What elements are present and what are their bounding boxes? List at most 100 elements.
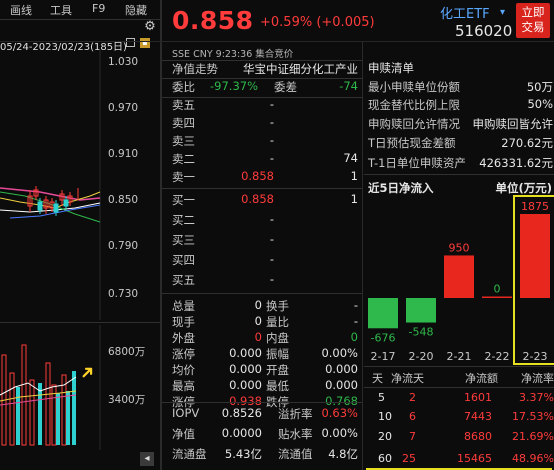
- divider: [162, 402, 362, 403]
- order-row-sell2[interactable]: 卖二 - 74: [172, 151, 358, 169]
- order-price: -: [269, 133, 274, 147]
- order-row-buy4[interactable]: 买四 -: [172, 252, 358, 270]
- table-cell: 8680: [464, 430, 492, 443]
- table-cell: 6: [409, 410, 416, 423]
- fund-title: 化工ETF: [440, 7, 490, 22]
- stat-value: 0: [254, 298, 262, 312]
- table-row[interactable]: 10 6 7443 17.53%: [368, 410, 554, 428]
- order-row-sell5[interactable]: 卖五 -: [172, 97, 358, 115]
- order-row-buy5[interactable]: 买五 -: [172, 272, 358, 290]
- nav-row: 净值 0.0000 贴水率 0.00%: [172, 426, 358, 444]
- subscribe-value: 426331.62元: [479, 156, 553, 170]
- table-cell: 20: [378, 430, 392, 443]
- order-price: -: [269, 212, 274, 226]
- toolbar-f9[interactable]: F9: [92, 2, 105, 15]
- order-row-buy3[interactable]: 买三 -: [172, 232, 358, 250]
- order-row-buy1[interactable]: 买一 0.858 1: [172, 192, 358, 210]
- stat-label: 内盘: [266, 331, 289, 345]
- trend-label[interactable]: 净值走势: [172, 61, 218, 77]
- subscribe-value: 50万: [526, 80, 553, 94]
- trade-now-button[interactable]: 立即 交易: [516, 3, 550, 38]
- stat-label: 换手: [266, 299, 289, 313]
- kline-chart-pane[interactable]: 画线 工具 F9 隐藏 ⚙ 05/24-2023/02/23(185日) ▪ 1…: [0, 0, 160, 470]
- subscribe-row: 申购赎回允许情况 申购赎回皆允许: [368, 116, 553, 134]
- subscribe-value: 270.62元: [501, 136, 553, 150]
- stat-value: 0: [254, 314, 262, 328]
- stat-value: 4.8亿: [328, 447, 358, 461]
- table-cell: 7443: [464, 410, 492, 423]
- chevron-down-icon[interactable]: ▾: [500, 7, 505, 18]
- stat-label: 涨停: [172, 347, 195, 361]
- toolbar-hide[interactable]: 隐藏: [125, 2, 147, 18]
- price-axis-label: 0.790: [108, 240, 139, 252]
- order-row-sell4[interactable]: 卖四 -: [172, 115, 358, 133]
- order-label: 买二: [172, 213, 195, 227]
- trade-button-line1: 立即: [521, 5, 545, 19]
- stat-value: 0.8526: [221, 406, 262, 420]
- table-row[interactable]: 20 7 8680 21.69%: [368, 430, 554, 448]
- price-axis-label: 0.730: [108, 288, 139, 300]
- divider: [362, 42, 363, 470]
- inflow-bar: [406, 298, 436, 323]
- table-cell: 3.37%: [519, 391, 554, 404]
- gear-icon[interactable]: ⚙: [142, 19, 158, 35]
- subscribe-row: T-1日单位申赎资产 426331.62元: [368, 155, 553, 173]
- stat-label: 均价: [172, 363, 195, 377]
- divider: [0, 19, 160, 20]
- collapse-icon[interactable]: ◂: [140, 452, 154, 466]
- volume-axis-label: 6800万: [108, 346, 146, 358]
- price-axis-label: 0.970: [108, 102, 139, 114]
- chevron-down-icon[interactable]: [126, 38, 135, 47]
- table-cell: 25: [402, 452, 416, 465]
- order-price: -: [269, 151, 274, 165]
- table-header: 天: [372, 372, 383, 385]
- table-cell: 15465: [457, 452, 492, 465]
- weibi-label: 委比: [172, 80, 195, 94]
- weibi-value: -97.37%: [210, 79, 258, 93]
- inflow-category-label: 2-22: [485, 350, 510, 363]
- stat-label: 振幅: [266, 347, 289, 361]
- chart-toolbar: 画线 工具 F9 隐藏: [0, 0, 160, 18]
- order-label: 卖三: [172, 134, 195, 148]
- inflow-table-header: 天 净流天 净流额 净流率: [368, 370, 554, 388]
- stat-value: 0.000: [229, 362, 262, 376]
- table-row[interactable]: 5 2 1601 3.37%: [368, 391, 554, 409]
- subscribe-label: 现金替代比例上限: [368, 98, 460, 112]
- inflow-bar: [520, 214, 550, 298]
- table-cell: 10: [378, 410, 392, 423]
- stat-label: 量比: [266, 315, 289, 329]
- order-row-sell1[interactable]: 卖一 0.858 1: [172, 169, 358, 187]
- order-row-buy2[interactable]: 买二 -: [172, 212, 358, 230]
- stat-label: 净值: [172, 427, 195, 441]
- subscribe-label: 申购赎回允许情况: [368, 117, 460, 131]
- subscribe-row: 最小申赎单位份额 50万: [368, 79, 553, 97]
- toolbar-tools[interactable]: 工具: [50, 2, 72, 18]
- inflow-value-label: -676: [371, 331, 396, 344]
- lock-icon[interactable]: ▪: [140, 38, 150, 48]
- order-price: -: [269, 115, 274, 129]
- divider: [364, 387, 554, 388]
- table-cell: 2: [409, 391, 416, 404]
- table-header: 净流额: [465, 372, 498, 385]
- order-row-sell3[interactable]: 卖三 -: [172, 133, 358, 151]
- stat-value: 0: [350, 330, 358, 344]
- stat-label: 最高: [172, 379, 195, 393]
- trend-row[interactable]: 净值走势 华宝中证细分化工产业: [172, 61, 358, 79]
- order-volume: 1: [350, 192, 358, 206]
- stat-value: 0: [254, 330, 262, 344]
- stat-value: 0.63%: [321, 406, 358, 420]
- index-name: 华宝中证细分化工产业: [243, 62, 358, 76]
- divider: [364, 174, 554, 175]
- weicha-value: -74: [339, 79, 358, 93]
- inflow-bar: [368, 298, 398, 329]
- order-price: 0.858: [241, 169, 274, 183]
- divider: [364, 366, 554, 367]
- price-axis-label: 0.850: [108, 194, 139, 206]
- subscribe-row: T日预估现金差额 270.62元: [368, 135, 553, 153]
- order-volume: 1: [350, 169, 358, 183]
- table-cell: 48.96%: [512, 452, 554, 465]
- toolbar-draw-line[interactable]: 画线: [10, 2, 32, 18]
- inflow-category-label: 2-21: [447, 350, 472, 363]
- subscribe-label: T-1日单位申赎资产: [368, 156, 466, 170]
- stat-label: 开盘: [266, 363, 289, 377]
